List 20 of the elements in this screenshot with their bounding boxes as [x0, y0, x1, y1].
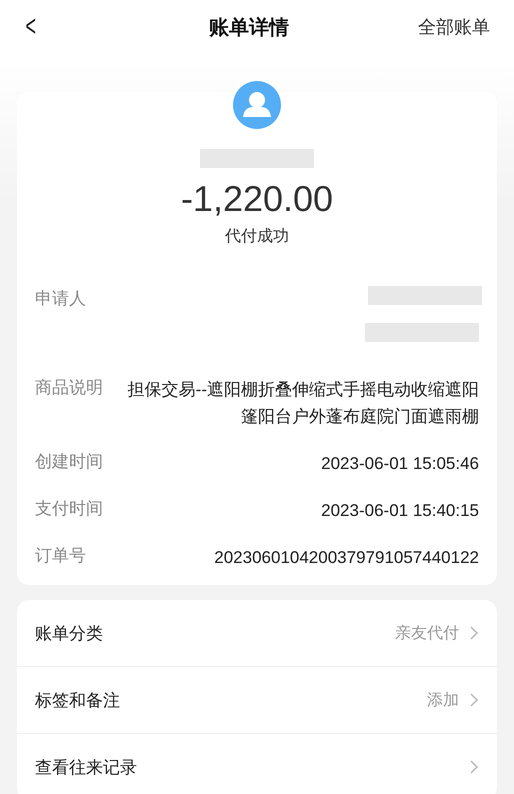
- detail-value: 2023060104200379791057440122: [214, 547, 479, 569]
- menu-row[interactable]: 账单分类 亲友代付: [17, 600, 497, 667]
- payment-status: 代付成功: [225, 226, 289, 247]
- detail-value: 2023-06-01 15:40:15: [321, 500, 479, 522]
- detail-value: 担保交易--遮阳棚折叠伸缩式手摇电动收缩遮阳篷阳台户外蓬布庭院门面遮雨棚: [126, 379, 479, 428]
- detail-label: 订单号: [35, 545, 86, 567]
- menu-row[interactable]: 查看往来记录: [17, 734, 497, 794]
- chevron-icon: [469, 692, 479, 708]
- back-button[interactable]: <: [26, 10, 36, 44]
- menu-row[interactable]: 标签和备注 添加: [17, 667, 497, 734]
- chevron-icon: [469, 759, 479, 775]
- all-bills-link[interactable]: 全部账单: [418, 15, 490, 39]
- detail-label: 创建时间: [35, 451, 103, 473]
- detail-label: 申请人: [35, 288, 86, 310]
- amount: -1,220.00: [180, 178, 334, 220]
- page-title: 账单详情: [208, 16, 289, 40]
- detail-label: 商品说明: [35, 377, 103, 399]
- detail-value: 2023-06-01 15:05:46: [321, 453, 479, 475]
- chevron-icon: [469, 625, 479, 641]
- detail-label: 支付时间: [35, 498, 103, 520]
